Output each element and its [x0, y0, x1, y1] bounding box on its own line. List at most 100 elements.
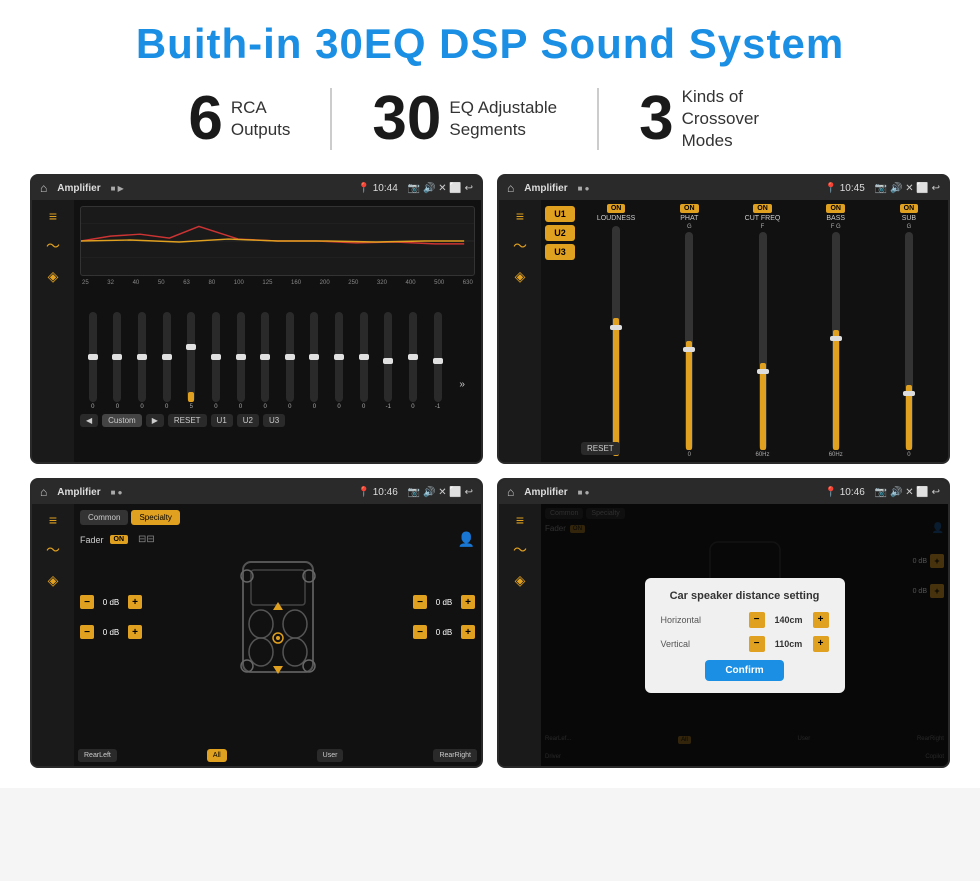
phat-label: PHAT — [680, 215, 698, 222]
cutfreq-label: CUT FREQ — [745, 215, 781, 222]
eq-u3-btn[interactable]: U3 — [263, 414, 285, 427]
vertical-control: − 110cm + — [749, 636, 829, 652]
eq-time: 📍 10:44 — [358, 183, 398, 194]
horizontal-label: Horizontal — [661, 615, 716, 625]
channel-phat: ON PHAT G 0 — [654, 204, 724, 458]
eq-sidebar: ≡ 〜 ◈ — [32, 200, 74, 462]
page-title: Buith-in 30EQ DSP Sound System — [30, 20, 950, 68]
tl-minus-btn[interactable]: − — [80, 595, 94, 609]
tr-plus-btn[interactable]: + — [461, 595, 475, 609]
eq-u2-btn[interactable]: U2 — [237, 414, 259, 427]
br-plus-btn[interactable]: + — [461, 625, 475, 639]
fader-screen: ⌂ Amplifier ■ ● 📍 10:46 📷 🔊 ✕ ⬜ ↩ ≡ 〜 ◈ … — [30, 478, 483, 768]
home-icon-3[interactable]: ⌂ — [40, 485, 47, 499]
screenshots-grid: ⌂ Amplifier ■ ▶ 📍 10:44 📷 🔊 ✕ ⬜ ↩ ≡ 〜 ◈ — [30, 174, 950, 768]
eq-slider-8: 0 — [279, 312, 301, 410]
stat-crossover-number: 3 — [639, 88, 673, 150]
preset-u1[interactable]: U1 — [545, 206, 575, 222]
eq-icon-3[interactable]: ≡ — [49, 512, 57, 528]
bl-plus-btn[interactable]: + — [128, 625, 142, 639]
cutfreq-slider: F 60Hz — [727, 224, 797, 458]
eq-icon-2[interactable]: ≡ — [516, 208, 524, 224]
confirm-button[interactable]: Confirm — [705, 660, 783, 681]
dialog-dots: ■ ● — [578, 488, 590, 497]
eq-slider-11: 0 — [353, 312, 375, 410]
loudness-on-badge: ON — [607, 204, 626, 213]
tr-minus-btn[interactable]: − — [413, 595, 427, 609]
eq-slider-10: 0 — [328, 312, 350, 410]
bass-slider: F G 60Hz — [801, 224, 871, 458]
tab-common[interactable]: Common — [80, 510, 128, 525]
horizontal-minus-btn[interactable]: − — [749, 612, 765, 628]
eq-u1-btn[interactable]: U1 — [211, 414, 233, 427]
vertical-label: Vertical — [661, 639, 716, 649]
speaker-icon-2[interactable]: ◈ — [515, 268, 526, 285]
fader-tabs: Common Specialty — [80, 510, 475, 525]
eq-freq-labels: 2532405063 80100125160200 25032040050063… — [80, 280, 475, 286]
crossover-dots: ■ ● — [578, 184, 590, 193]
br-db-value: 0 dB — [430, 628, 458, 637]
eq-icon[interactable]: ≡ — [49, 208, 57, 224]
crossover-topbar-icons: 📷 🔊 ✕ ⬜ ↩ — [875, 183, 940, 194]
stat-rca-number: 6 — [188, 88, 222, 150]
stat-rca-text: RCAOutputs — [231, 97, 291, 141]
horizontal-plus-btn[interactable]: + — [813, 612, 829, 628]
speaker-icon-4[interactable]: ◈ — [515, 572, 526, 589]
eq-custom-btn[interactable]: Custom — [102, 414, 142, 427]
eq-topbar: ⌂ Amplifier ■ ▶ 📍 10:44 📷 🔊 ✕ ⬜ ↩ — [32, 176, 481, 200]
wave-icon-4[interactable]: 〜 — [513, 540, 527, 560]
wave-icon-2[interactable]: 〜 — [513, 236, 527, 256]
home-icon[interactable]: ⌂ — [40, 181, 47, 195]
eq-slider-5: 0 — [205, 312, 227, 410]
eq-slider-6: 0 — [230, 312, 252, 410]
br-minus-btn[interactable]: − — [413, 625, 427, 639]
crossover-reset-btn[interactable]: RESET — [581, 442, 620, 455]
bl-minus-btn[interactable]: − — [80, 625, 94, 639]
wave-icon[interactable]: 〜 — [46, 236, 60, 256]
tl-db-value: 0 dB — [97, 598, 125, 607]
sub-on-badge: ON — [900, 204, 919, 213]
eq-dots: ■ ▶ — [111, 184, 124, 193]
dialog-title: Car speaker distance setting — [661, 590, 829, 602]
tr-db-control: − 0 dB + — [413, 595, 475, 609]
dialog-title-bar: Amplifier — [524, 487, 567, 498]
speaker-icon[interactable]: ◈ — [48, 268, 59, 285]
tab-specialty[interactable]: Specialty — [131, 510, 179, 525]
dialog-topbar-icons: 📷 🔊 ✕ ⬜ ↩ — [875, 487, 940, 498]
stat-crossover: 3 Kinds ofCrossover Modes — [599, 86, 831, 152]
eq-icon-4[interactable]: ≡ — [516, 512, 524, 528]
loudness-slider — [581, 224, 651, 458]
bl-db-control: − 0 dB + — [80, 625, 142, 639]
fader-dots: ■ ● — [111, 488, 123, 497]
speaker-icon-3[interactable]: ◈ — [48, 572, 59, 589]
dialog-time: 📍 10:46 — [825, 487, 865, 498]
preset-u3[interactable]: U3 — [545, 244, 575, 260]
vertical-plus-btn[interactable]: + — [813, 636, 829, 652]
home-icon-2[interactable]: ⌂ — [507, 181, 514, 195]
eq-slider-13: 0 — [402, 312, 424, 410]
eq-play-btn[interactable]: ▶ — [146, 414, 164, 427]
vertical-value: 110cm — [769, 639, 809, 649]
bass-label: BASS — [826, 215, 845, 222]
fader-topbar-icons: 📷 🔊 ✕ ⬜ ↩ — [408, 487, 473, 498]
rearright-btn[interactable]: RearRight — [433, 749, 477, 762]
fader-label: Fader — [80, 535, 104, 545]
eq-reset-btn[interactable]: RESET — [168, 414, 207, 427]
eq-slider-12: -1 — [378, 312, 400, 410]
wave-icon-3[interactable]: 〜 — [46, 540, 60, 560]
stat-eq-text: EQ AdjustableSegments — [449, 97, 557, 141]
eq-topbar-icons: 📷 🔊 ✕ ⬜ ↩ — [408, 183, 473, 194]
eq-prev-btn[interactable]: ◀ — [80, 414, 98, 427]
all-btn[interactable]: All — [207, 749, 227, 762]
crossover-main: U1 U2 U3 ON LOUDNESS — [541, 200, 948, 462]
dialog-overlay: Car speaker distance setting Horizontal … — [541, 504, 948, 766]
rearleft-btn[interactable]: RearLeft — [78, 749, 117, 762]
tl-plus-btn[interactable]: + — [128, 595, 142, 609]
preset-u2[interactable]: U2 — [545, 225, 575, 241]
vertical-minus-btn[interactable]: − — [749, 636, 765, 652]
home-icon-4[interactable]: ⌂ — [507, 485, 514, 499]
dialog-topbar: ⌂ Amplifier ■ ● 📍 10:46 📷 🔊 ✕ ⬜ ↩ — [499, 480, 948, 504]
fader-time: 📍 10:46 — [358, 487, 398, 498]
user-btn[interactable]: User — [317, 749, 344, 762]
fader-diagram-area: − 0 dB + − 0 dB + — [80, 552, 475, 682]
